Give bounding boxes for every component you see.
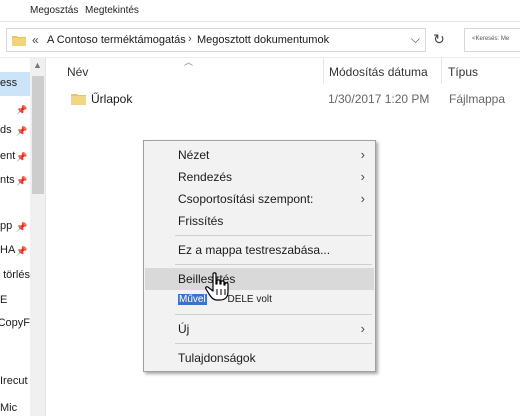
menu-item-paste[interactable]: Beillesztés <box>145 268 374 290</box>
refresh-icon[interactable]: ↻ <box>430 31 448 49</box>
scroll-up-icon[interactable]: ▲ <box>33 60 42 70</box>
pin-icon[interactable]: 📌 <box>16 152 27 163</box>
sort-up-icon: ︿ <box>184 57 194 67</box>
breadcrumb-site[interactable]: A Contoso terméktámogatás <box>47 34 186 46</box>
pin-icon[interactable]: 📌 <box>16 246 27 257</box>
nav-scrollbar[interactable]: ▲ <box>30 58 45 416</box>
chevron-right-icon: › <box>360 147 365 162</box>
menu-item-group-by[interactable]: Csoportosítási szempont: › <box>145 188 374 210</box>
menu-separator <box>175 264 372 265</box>
nav-item[interactable]: E <box>0 294 30 312</box>
menu-item-customize[interactable]: Ez a mappa testreszabása... <box>145 239 374 261</box>
column-divider[interactable] <box>323 58 324 84</box>
file-date: 1/30/2017 1:20 PM <box>328 92 430 106</box>
chevron-right-icon: › <box>360 191 365 206</box>
menu-item-sort[interactable]: Rendezés › <box>145 166 374 188</box>
address-toolbar: « A Contoso terméktámogatás › Megosztott… <box>0 22 520 58</box>
pin-icon[interactable]: 📌 <box>16 222 27 233</box>
breadcrumb-overflow[interactable]: « <box>32 33 39 47</box>
ribbon-tabs: Megosztás Megtekintés <box>0 0 520 22</box>
file-row[interactable]: Űrlapok 1/30/2017 1:20 PM Fájlmappa <box>47 88 520 110</box>
column-date[interactable]: Módosítás dátuma <box>329 65 428 79</box>
nav-item[interactable]: Mic <box>0 402 30 416</box>
context-menu: Nézet › Rendezés › Csoportosítási szempo… <box>143 140 376 372</box>
nav-item[interactable]: Irecut <box>0 375 30 393</box>
hand-cursor-icon <box>205 272 229 301</box>
search-placeholder: <Keresés: Me <box>472 36 510 42</box>
address-bar[interactable]: « A Contoso terméktámogatás › Megosztott… <box>6 28 426 52</box>
column-type[interactable]: Típus <box>448 65 478 79</box>
folder-icon <box>12 36 26 46</box>
tab-view[interactable]: Megtekintés <box>85 5 139 16</box>
nav-item[interactable]: CopyF <box>0 317 30 335</box>
pin-icon[interactable]: 📌 <box>16 176 27 187</box>
chevron-right-icon: › <box>360 321 365 336</box>
chevron-down-icon[interactable]: ⌵ <box>411 32 420 47</box>
folder-icon <box>71 94 86 105</box>
menu-separator <box>175 343 372 344</box>
menu-item-properties[interactable]: Tulajdonságok <box>145 347 374 369</box>
breadcrumb-library[interactable]: Megosztott dokumentumok <box>197 34 329 46</box>
file-type: Fájlmappa <box>449 92 506 106</box>
navigation-pane: ess ds ent nts pp HA ' törlés E CopyF Ir… <box>0 58 46 416</box>
chevron-right-icon: › <box>360 169 365 184</box>
column-header: ︿ Név Módosítás dátuma Típus <box>47 57 520 84</box>
tab-share[interactable]: Megosztás <box>30 5 78 16</box>
pin-icon[interactable]: 📌 <box>16 105 27 116</box>
menu-item-refresh[interactable]: Frissítés <box>145 210 374 232</box>
nav-item[interactable]: ess <box>0 77 30 95</box>
search-input[interactable]: <Keresés: Me <box>464 28 520 52</box>
column-name[interactable]: Név <box>67 65 88 79</box>
pin-icon[interactable]: 📌 <box>16 126 27 137</box>
menu-separator <box>175 314 372 315</box>
menu-item-new[interactable]: Új › <box>145 318 374 340</box>
chevron-right-icon[interactable]: › <box>188 33 192 45</box>
nav-item[interactable]: ' törlés <box>0 269 30 287</box>
menu-item-view[interactable]: Nézet › <box>145 144 374 166</box>
scrollbar-thumb[interactable] <box>32 76 44 194</box>
column-divider[interactable] <box>441 58 442 84</box>
menu-separator <box>175 235 372 236</box>
file-name: Űrlapok <box>91 92 133 106</box>
